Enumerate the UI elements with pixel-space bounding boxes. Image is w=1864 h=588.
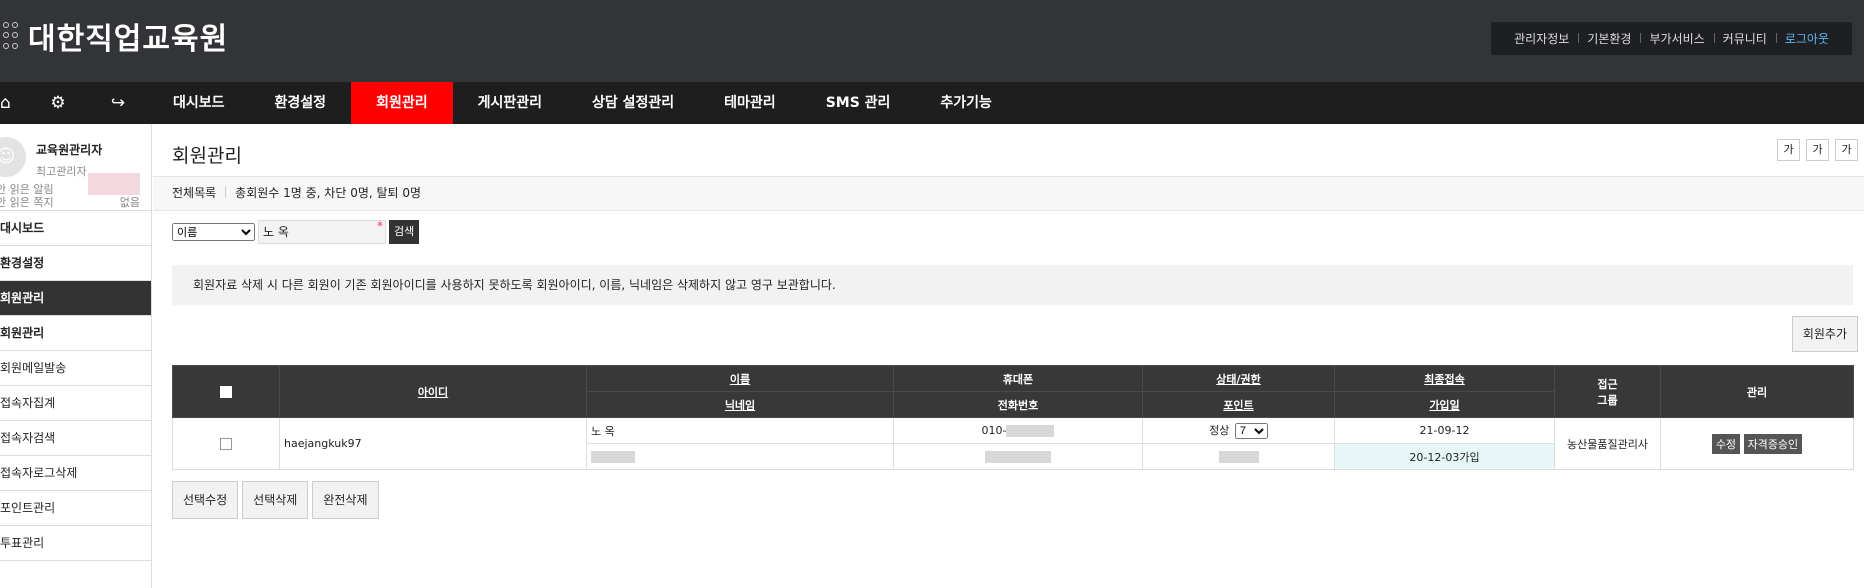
row-checkbox[interactable] — [220, 438, 232, 450]
page-title: 회원관리 — [172, 145, 242, 167]
nav-consult[interactable]: 상담 설정관리 — [567, 82, 699, 124]
required-mark: * — [377, 219, 383, 233]
table-row: haejangkuk97 노 옥 010- 정상 7 21-09-12 농산물품… — [172, 417, 1854, 470]
member-table: 아이디 이름 휴대폰 상태/권한 최종접속 접근 그룹 관리 닉네임 전화번호 포… — [172, 365, 1854, 470]
nav-sms[interactable]: SMS 관리 — [801, 82, 916, 124]
col-point[interactable]: 포인트 — [1142, 391, 1335, 418]
sidebar-item-points[interactable]: 포인트관리 — [0, 491, 151, 526]
col-id[interactable]: 아이디 — [279, 365, 587, 418]
sidebar-item-settings[interactable]: 환경설정 — [0, 246, 151, 281]
main-nav: ⌂ ⚙ ↪ 대시보드 환경설정 회원관리 게시판관리 상담 설정관리 테마관리 … — [0, 82, 1864, 124]
summary-text: 총회원수 1명 중, 차단 0명, 탈퇴 0명 — [235, 186, 422, 200]
sidebar-item-mail[interactable]: 회원메일발송 — [0, 351, 151, 386]
top-links: 관리자정보 기본환경 부가서비스 커뮤니티 로그아웃 — [1491, 22, 1852, 55]
col-name[interactable]: 이름 — [586, 365, 894, 392]
gear-icon[interactable]: ⚙ — [28, 82, 88, 124]
sidebar-item-visit-search[interactable]: 접속자검색 — [0, 421, 151, 456]
profile-name: 교육원관리자 — [36, 143, 103, 157]
unread-msg-label: 안 읽은 쪽지 — [0, 196, 54, 209]
sidebar-item-visit-delete[interactable]: 접속자로그삭제 — [0, 456, 151, 491]
nav-extra[interactable]: 추가기능 — [915, 82, 1017, 124]
font-size-controls: 가 가 가 — [1777, 139, 1858, 161]
col-manage: 관리 — [1660, 365, 1854, 418]
member-id: haejangkuk97 — [279, 417, 587, 470]
summary-bar: 전체목록 총회원수 1명 중, 차단 0명, 탈퇴 0명 — [153, 176, 1864, 211]
member-last-login: 21-09-12 — [1334, 417, 1555, 444]
sidebar-menu: 대시보드 환경설정 회원관리 회원관리 회원메일발송 접속자집계 접속자검색 접… — [0, 211, 151, 561]
col-hp: 휴대폰 — [893, 365, 1143, 392]
select-all-header — [172, 365, 280, 418]
add-member-button[interactable]: 회원추가 — [1791, 316, 1858, 352]
nav-theme[interactable]: 테마관리 — [699, 82, 801, 124]
search-button[interactable]: 검색 — [389, 220, 420, 244]
member-nick — [586, 443, 894, 470]
admin-header: 대한직업교육원 관리자정보 기본환경 부가서비스 커뮤니티 로그아웃 — [0, 0, 1864, 82]
top-link-services[interactable]: 부가서비스 — [1640, 30, 1713, 47]
all-list-link[interactable]: 전체목록 — [172, 186, 216, 200]
nav-settings[interactable]: 환경설정 — [250, 82, 352, 124]
nav-dashboard[interactable]: 대시보드 — [148, 82, 250, 124]
sidebar-item-dashboard[interactable]: 대시보드 — [0, 211, 151, 246]
font-medium-button[interactable]: 가 — [1806, 139, 1829, 161]
member-point — [1142, 443, 1335, 470]
font-large-button[interactable]: 가 — [1835, 139, 1858, 161]
member-manage: 수정 자격증승인 — [1660, 417, 1854, 470]
search-input[interactable]: 노 옥 * — [258, 219, 386, 244]
logo-text: 대한직업교육원 — [28, 22, 229, 57]
sidebar-item-members[interactable]: 회원관리 — [0, 316, 151, 351]
font-small-button[interactable]: 가 — [1777, 139, 1800, 161]
profile-role: 최고관리자 — [36, 165, 87, 178]
bulk-actions: 선택수정 선택삭제 완전삭제 — [172, 481, 379, 519]
col-tel: 전화번호 — [893, 391, 1143, 418]
member-name: 노 옥 — [586, 417, 894, 444]
col-nick[interactable]: 닉네임 — [586, 391, 894, 418]
bulk-delete-button[interactable]: 선택삭제 — [242, 481, 309, 519]
search-field-select[interactable]: 이름 — [172, 223, 255, 241]
select-all-checkbox[interactable] — [220, 386, 232, 398]
col-status[interactable]: 상태/권한 — [1142, 365, 1335, 392]
col-join-date[interactable]: 가입일 — [1334, 391, 1555, 418]
notice-box: 회원자료 삭제 시 다른 회원이 기존 회원아이디를 사용하지 못하도록 회원아… — [172, 265, 1853, 305]
search-form: 이름 노 옥 * 검색 — [172, 219, 420, 244]
sidebar-item-poll[interactable]: 투표관리 — [0, 526, 151, 561]
unread-msg-value: 없음 — [119, 196, 140, 209]
member-hp: 010- — [893, 417, 1143, 444]
full-delete-button[interactable]: 완전삭제 — [312, 481, 379, 519]
top-link-community[interactable]: 커뮤니티 — [1713, 30, 1776, 47]
row-checkbox-cell — [172, 417, 280, 470]
edit-button[interactable]: 수정 — [1711, 433, 1741, 454]
member-group: 농산물품질관리사 — [1554, 417, 1661, 470]
sidebar-item-members-group[interactable]: 회원관리 — [0, 281, 151, 316]
col-group: 접근 그룹 — [1554, 365, 1661, 418]
sidebar: ☺ 교육원관리자 최고관리자 안 읽은 알림 안 읽은 쪽지 없음 대시보드 환… — [0, 124, 152, 588]
logo-icon — [0, 22, 22, 50]
top-link-admin-info[interactable]: 관리자정보 — [1505, 30, 1578, 47]
bulk-edit-button[interactable]: 선택수정 — [172, 481, 239, 519]
member-level-select[interactable]: 7 — [1234, 423, 1268, 439]
top-link-logout[interactable]: 로그아웃 — [1775, 30, 1838, 47]
cert-approve-button[interactable]: 자격증승인 — [1743, 433, 1803, 454]
member-status: 정상 7 — [1142, 417, 1335, 444]
sidebar-item-visit-stats[interactable]: 접속자집계 — [0, 386, 151, 421]
main-content: 회원관리 가 가 가 전체목록 총회원수 1명 중, 차단 0명, 탈퇴 0명 이… — [153, 124, 1864, 588]
col-last-login[interactable]: 최종접속 — [1334, 365, 1555, 392]
top-link-settings[interactable]: 기본환경 — [1578, 30, 1640, 47]
member-tel — [893, 443, 1143, 470]
logo[interactable]: 대한직업교육원 — [0, 16, 229, 57]
logout-icon[interactable]: ↪ — [88, 82, 148, 124]
member-join-date: 20-12-03가입 — [1334, 443, 1555, 470]
nav-board[interactable]: 게시판관리 — [453, 82, 567, 124]
nav-members[interactable]: 회원관리 — [351, 82, 453, 124]
avatar: ☺ — [0, 137, 26, 177]
profile-box: ☺ 교육원관리자 최고관리자 안 읽은 알림 안 읽은 쪽지 없음 — [0, 124, 151, 211]
home-icon[interactable]: ⌂ — [0, 82, 28, 124]
